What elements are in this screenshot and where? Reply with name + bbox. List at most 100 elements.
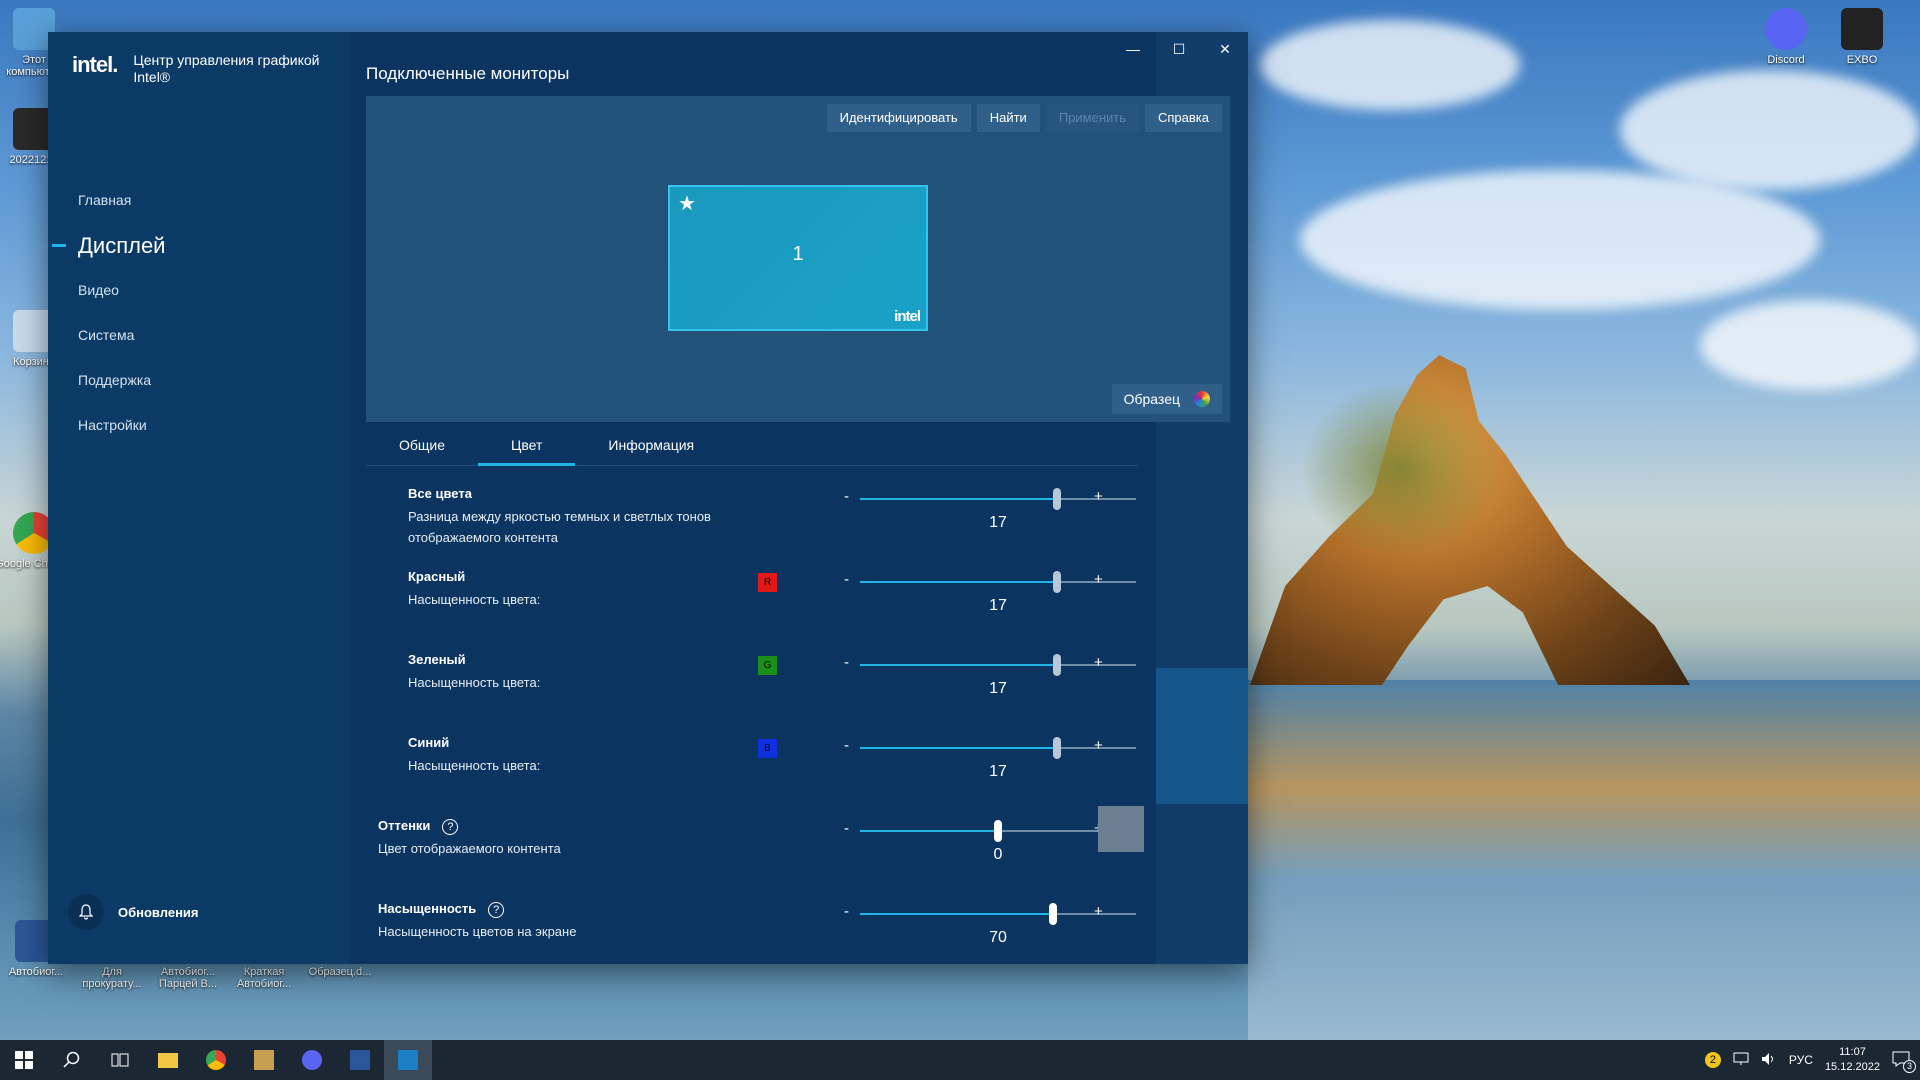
slider-thumb[interactable] bbox=[1052, 654, 1061, 676]
search-icon[interactable] bbox=[48, 1040, 96, 1080]
monitor-panel: Идентифицировать Найти Применить Справка… bbox=[366, 96, 1230, 422]
setting-title: Оттенки bbox=[378, 818, 431, 833]
blue-badge: B bbox=[758, 739, 777, 758]
setting-title: Зеленый bbox=[408, 652, 466, 667]
sidebar-item-support[interactable]: Поддержка bbox=[48, 358, 350, 403]
color-settings: Все цвета Разница между яркостью темных … bbox=[366, 468, 1226, 964]
identify-button[interactable]: Идентифицировать bbox=[826, 104, 971, 132]
setting-desc: Насыщенность цвета: bbox=[408, 592, 541, 607]
windows-icon bbox=[15, 1051, 33, 1069]
setting-row-hue: Оттенки? Цвет отображаемого контента - +… bbox=[366, 818, 1226, 898]
bell-icon bbox=[68, 894, 104, 930]
discord-icon bbox=[1765, 8, 1807, 50]
language-indicator[interactable]: РУС bbox=[1789, 1053, 1813, 1067]
decrease-button[interactable]: - bbox=[844, 654, 849, 671]
setting-value: 17 bbox=[989, 514, 1007, 531]
star-icon: ★ bbox=[678, 193, 696, 215]
desktop-icon-exbo[interactable]: EXBO bbox=[1822, 8, 1902, 66]
desktop-icon-doc-4[interactable]: Краткая Автобиог... bbox=[224, 966, 304, 990]
sea-background bbox=[1248, 680, 1920, 1040]
red-badge: R bbox=[758, 573, 777, 592]
setting-desc: Цвет отображаемого контента bbox=[378, 841, 561, 856]
sidebar-item-home[interactable]: Главная bbox=[48, 178, 350, 223]
exbo-icon bbox=[1841, 8, 1883, 50]
increase-button[interactable]: + bbox=[1094, 654, 1103, 671]
setting-title: Красный bbox=[408, 569, 466, 584]
setting-row-blue: Синий Насыщенность цвета: B - + 17 bbox=[366, 735, 1226, 815]
start-button[interactable] bbox=[0, 1040, 48, 1080]
desktop-icon-doc-2[interactable]: Для прокурату... bbox=[72, 966, 152, 990]
find-button[interactable]: Найти bbox=[976, 104, 1040, 132]
increase-button[interactable]: + bbox=[1094, 903, 1103, 920]
monitor-number: 1 bbox=[792, 243, 804, 265]
tray-badge[interactable]: 2 bbox=[1704, 1052, 1721, 1068]
word-taskbar-icon[interactable] bbox=[336, 1040, 384, 1080]
sidebar: intel. Центр управления графикой Intel® … bbox=[48, 32, 350, 964]
tab-color[interactable]: Цвет bbox=[478, 428, 576, 466]
decrease-button[interactable]: - bbox=[844, 820, 849, 837]
green-badge: G bbox=[758, 656, 777, 675]
app-title: Центр управления графикой Intel® bbox=[133, 52, 320, 85]
decrease-button[interactable]: - bbox=[844, 571, 849, 588]
decrease-button[interactable]: - bbox=[844, 903, 849, 920]
updates-button[interactable]: Обновления bbox=[68, 894, 199, 930]
sidebar-nav: Главная Дисплей Видео Система Поддержка … bbox=[48, 178, 350, 448]
increase-button[interactable]: + bbox=[1094, 737, 1103, 754]
slider-thumb[interactable] bbox=[1052, 488, 1061, 510]
setting-title: Синий bbox=[408, 735, 450, 750]
desktop-icon-doc-3[interactable]: Автобиог... Парцей В... bbox=[148, 966, 228, 990]
clock[interactable]: 11:07 15.12.2022 bbox=[1825, 1045, 1880, 1075]
setting-row-green: Зеленый Насыщенность цвета: G - + 17 bbox=[366, 652, 1226, 732]
decrease-button[interactable]: - bbox=[844, 488, 849, 505]
file-explorer-icon[interactable] bbox=[144, 1040, 192, 1080]
slider-thumb[interactable] bbox=[1052, 737, 1061, 759]
setting-value: 70 bbox=[989, 929, 1007, 946]
help-icon[interactable]: ? bbox=[488, 902, 505, 918]
help-icon[interactable]: ? bbox=[442, 819, 459, 835]
monitor-toolbar: Идентифицировать Найти Применить Справка bbox=[826, 104, 1222, 132]
decrease-button[interactable]: - bbox=[844, 737, 849, 754]
setting-desc: Насыщенность цветов на экране bbox=[378, 924, 577, 939]
setting-title: Насыщенность bbox=[378, 901, 477, 916]
network-icon[interactable] bbox=[1733, 1052, 1749, 1069]
tab-general[interactable]: Общие bbox=[366, 428, 478, 466]
setting-desc: Разница между яркостью темных и светлых … bbox=[408, 509, 711, 545]
system-tray: 2 РУС 11:07 15.12.2022 3 bbox=[1704, 1040, 1920, 1080]
slider-thumb[interactable] bbox=[1049, 903, 1058, 925]
settings-tabs: Общие Цвет Информация bbox=[366, 428, 1138, 466]
sample-button[interactable]: Образец bbox=[1111, 384, 1222, 414]
setting-row-red: Красный Насыщенность цвета: R - + 17 bbox=[366, 569, 1226, 649]
increase-button[interactable]: + bbox=[1094, 571, 1103, 588]
chrome-taskbar-icon[interactable] bbox=[192, 1040, 240, 1080]
setting-value: 17 bbox=[989, 680, 1007, 697]
slider-thumb[interactable] bbox=[994, 820, 1002, 842]
intel-graphics-taskbar-icon[interactable] bbox=[384, 1040, 432, 1080]
volume-icon[interactable] bbox=[1761, 1052, 1777, 1069]
discord-taskbar-icon[interactable] bbox=[288, 1040, 336, 1080]
task-view-icon[interactable] bbox=[96, 1040, 144, 1080]
tab-info[interactable]: Информация bbox=[575, 428, 727, 466]
setting-row-saturation: Насыщенность? Насыщенность цветов на экр… bbox=[366, 901, 1226, 981]
setting-desc: Насыщенность цвета: bbox=[408, 675, 541, 690]
setting-value: 0 bbox=[993, 846, 1003, 863]
slider-thumb[interactable] bbox=[1052, 571, 1061, 593]
setting-row-all-colors: Все цвета Разница между яркостью темных … bbox=[366, 486, 1226, 566]
clock-date: 15.12.2022 bbox=[1824, 1061, 1880, 1073]
increase-button[interactable]: + bbox=[1094, 488, 1103, 505]
sidebar-item-system[interactable]: Система bbox=[48, 313, 350, 358]
desktop-icon-discord[interactable]: Discord bbox=[1746, 8, 1826, 66]
help-button[interactable]: Справка bbox=[1145, 104, 1222, 132]
intel-graphics-window: intel. Центр управления графикой Intel® … bbox=[48, 32, 1248, 964]
hover-highlight bbox=[1098, 806, 1144, 852]
exbo-taskbar-icon[interactable] bbox=[240, 1040, 288, 1080]
apply-button[interactable]: Применить bbox=[1045, 104, 1139, 132]
sidebar-item-video[interactable]: Видео bbox=[48, 268, 350, 313]
sidebar-item-settings[interactable]: Настройки bbox=[48, 403, 350, 448]
setting-title: Все цвета bbox=[408, 486, 472, 501]
setting-value: 17 bbox=[989, 763, 1007, 780]
sidebar-item-display[interactable]: Дисплей bbox=[48, 223, 350, 268]
notification-icon[interactable]: 3 bbox=[1892, 1051, 1916, 1073]
brand: intel. Центр управления графикой Intel® bbox=[72, 52, 333, 86]
monitor-card-1[interactable]: ★ 1 intel bbox=[668, 185, 928, 331]
setting-value: 17 bbox=[989, 597, 1007, 614]
